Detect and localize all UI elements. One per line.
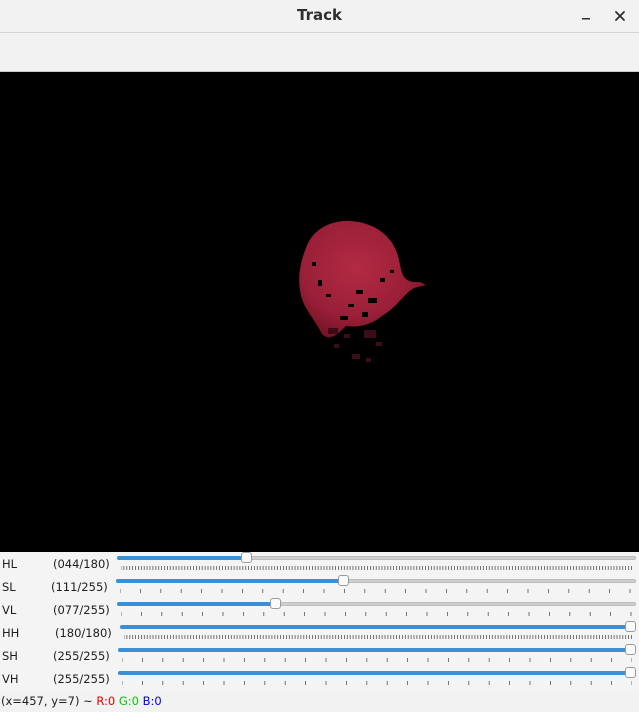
slider-ticks: [124, 635, 632, 639]
status-blue-value: B:0: [142, 694, 162, 708]
trackbar-label: VL: [2, 603, 17, 617]
trackbar-slider[interactable]: [120, 621, 636, 642]
trackbar-slider[interactable]: [118, 667, 636, 688]
slider-fill: [118, 648, 632, 652]
trackbar-label: HH: [2, 626, 20, 640]
status-green-value: G:0: [118, 694, 139, 708]
trackbar-vl: VL (077/255): [0, 598, 639, 621]
trackbar-label: VH: [2, 672, 19, 686]
slider-ticks: [121, 612, 632, 616]
trackbar-value: (044/180): [53, 557, 110, 571]
slider-handle[interactable]: [625, 644, 636, 655]
close-button[interactable]: [608, 4, 632, 28]
trackbar-slider[interactable]: [117, 598, 636, 619]
trackbar-sl: SL (111/255): [0, 575, 639, 598]
status-coordinates: (x=457, y=7) ~: [1, 694, 93, 708]
trackbar-value: (255/255): [53, 672, 110, 686]
status-red-value: R:0: [96, 694, 116, 708]
slider-fill: [116, 579, 343, 583]
image-view[interactable]: [0, 72, 639, 552]
window-title: Track: [297, 6, 342, 24]
slider-ticks: [122, 658, 632, 662]
trackbar-value: (255/255): [53, 649, 110, 663]
trackbar-hh: HH (180/180): [0, 621, 639, 644]
trackbar-slider[interactable]: [116, 575, 636, 596]
toolbar: [0, 33, 639, 72]
title-bar: Track: [0, 0, 639, 33]
close-icon: [615, 11, 625, 21]
slider-handle[interactable]: [625, 621, 636, 632]
trackbar-label: HL: [2, 557, 18, 571]
thresholded-ball-image: [299, 220, 426, 362]
slider-fill: [118, 671, 632, 675]
trackbar-panel: HL (044/180) SL (111/255) VL (077/255) HH (180/…: [0, 552, 639, 690]
minimize-button[interactable]: [574, 4, 598, 28]
trackbar-vh: VH (255/255): [0, 667, 639, 690]
slider-ticks: [120, 589, 631, 593]
trackbar-value: (077/255): [53, 603, 110, 617]
slider-handle[interactable]: [241, 552, 252, 563]
trackbar-slider[interactable]: [118, 644, 636, 665]
trackbar-slider[interactable]: [117, 552, 636, 573]
slider-handle[interactable]: [338, 575, 349, 586]
slider-fill: [117, 602, 275, 606]
trackbar-label: SH: [2, 649, 18, 663]
slider-handle[interactable]: [270, 598, 281, 609]
slider-handle[interactable]: [625, 667, 636, 678]
slider-fill: [117, 556, 246, 560]
trackbar-value: (111/255): [51, 580, 108, 594]
slider-ticks: [121, 566, 632, 570]
status-bar: (x=457, y=7) ~ R:0 G:0 B:0: [0, 690, 639, 712]
trackbar-value: (180/180): [55, 626, 112, 640]
trackbar-sh: SH (255/255): [0, 644, 639, 667]
trackbar-label: SL: [2, 580, 16, 594]
minimize-icon: [582, 18, 590, 20]
slider-fill: [120, 625, 632, 629]
trackbar-hl: HL (044/180): [0, 552, 639, 575]
slider-ticks: [122, 681, 632, 685]
